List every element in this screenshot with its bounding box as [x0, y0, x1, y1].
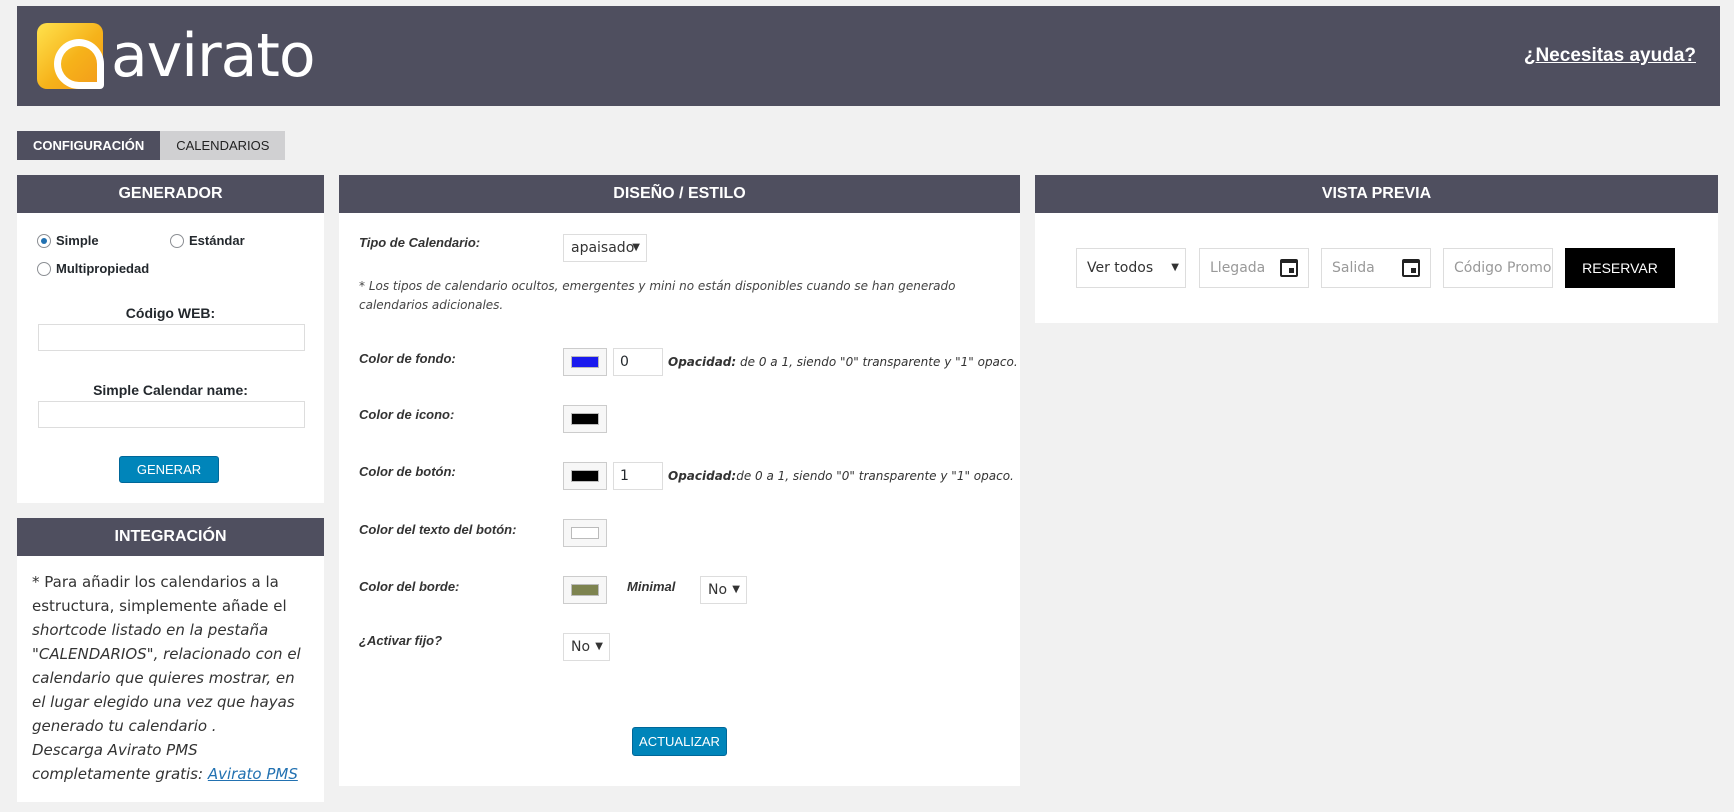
fondo-opacity-hint: Opacidad: de 0 a 1, siendo "0" transpare…	[668, 355, 1018, 369]
select-value: apaisado	[571, 240, 635, 256]
radio-button[interactable]	[37, 233, 51, 248]
tipo-calendario-label: Tipo de Calendario:	[359, 235, 481, 250]
generar-button[interactable]: GENERAR	[119, 456, 219, 483]
calendar-name-input[interactable]	[38, 401, 305, 428]
radio-simple[interactable]: Simple	[37, 233, 99, 248]
generador-panel: GENERADOR Simple Estándar Multipropiedad…	[17, 175, 324, 503]
radio-label: Estándar	[189, 233, 245, 248]
chevron-down-icon: ▼	[632, 242, 640, 253]
input-placeholder: Código Promoc	[1454, 260, 1553, 276]
color-swatch	[571, 356, 599, 368]
color-borde-picker[interactable]	[563, 576, 607, 604]
generador-title: GENERADOR	[17, 175, 324, 213]
hint-text: de 0 a 1, siendo "0" transparente y "1" …	[736, 469, 1014, 483]
llegada-date-input[interactable]: Llegada	[1199, 248, 1309, 288]
color-fondo-label: Color de fondo:	[359, 351, 456, 366]
tab-configuracion[interactable]: CONFIGURACIÓN	[17, 131, 161, 160]
select-value: No	[708, 582, 728, 598]
color-swatch	[571, 413, 599, 425]
radio-label: Simple	[56, 233, 99, 248]
color-icono-label: Color de icono:	[359, 407, 455, 422]
calendar-icon[interactable]	[1280, 259, 1298, 277]
radio-button[interactable]	[37, 261, 51, 276]
chevron-down-icon: ▼	[1171, 262, 1179, 273]
minimal-select[interactable]: No ▼	[700, 576, 747, 604]
actualizar-button[interactable]: ACTUALIZAR	[632, 727, 727, 756]
boton-opacity-input[interactable]: 1	[613, 462, 663, 490]
salida-date-input[interactable]: Salida	[1321, 248, 1431, 288]
radio-button[interactable]	[170, 233, 184, 248]
diseno-panel: DISEÑO / ESTILO Tipo de Calendario: apai…	[339, 175, 1020, 786]
tipo-calendario-note: * Los tipos de calendario ocultos, emerg…	[359, 279, 956, 312]
top-header: avirato ¿Necesitas ayuda?	[17, 6, 1720, 106]
tab-bar: CONFIGURACIÓN CALENDARIOS	[17, 131, 286, 160]
chevron-down-icon: ▼	[732, 584, 740, 595]
avirato-logo-icon	[37, 23, 104, 89]
reservar-button[interactable]: RESERVAR	[1565, 248, 1675, 288]
color-swatch	[571, 527, 599, 539]
vista-previa-panel: VISTA PREVIA Ver todos ▼ Llegada Salida …	[1035, 175, 1718, 323]
color-swatch	[571, 584, 599, 596]
minimal-label: Minimal	[627, 579, 676, 594]
radio-multipropiedad[interactable]: Multipropiedad	[37, 261, 149, 276]
avirato-logo[interactable]: avirato	[37, 21, 316, 91]
color-icono-picker[interactable]	[563, 405, 607, 433]
opacity-word: Opacidad:	[668, 355, 737, 369]
chevron-down-icon: ▼	[595, 641, 603, 652]
calendar-icon[interactable]	[1402, 259, 1420, 277]
tipo-calendario-select[interactable]: apaisado ▼	[563, 234, 647, 262]
codigo-web-label: Código WEB:	[125, 305, 216, 321]
opacity-word: Opacidad:	[668, 469, 737, 483]
hint-text: de 0 a 1, siendo "0" transparente y "1" …	[736, 355, 1018, 369]
integracion-intro: * Para añadir los calendarios a la estru…	[32, 573, 287, 615]
vista-previa-title: VISTA PREVIA	[1035, 175, 1718, 213]
input-placeholder: Llegada	[1210, 260, 1266, 276]
help-link[interactable]: ¿Necesitas ayuda?	[1524, 45, 1696, 67]
color-borde-label: Color del borde:	[359, 579, 460, 594]
boton-opacity-hint: Opacidad:de 0 a 1, siendo "0" transparen…	[668, 469, 1014, 483]
fondo-opacity-input[interactable]: 0	[613, 348, 663, 376]
color-texto-boton-label: Color del texto del botón:	[359, 522, 517, 537]
activar-fijo-select[interactable]: No ▼	[563, 633, 610, 661]
codigo-promo-input[interactable]: Código Promoc	[1443, 248, 1553, 288]
tab-calendarios[interactable]: CALENDARIOS	[160, 131, 286, 160]
calendar-name-label: Simple Calendar name:	[93, 382, 248, 398]
color-texto-boton-picker[interactable]	[563, 519, 607, 547]
color-boton-label: Color de botón:	[359, 464, 456, 479]
download-text: Descarga Avirato PMS completamente grati…	[32, 741, 204, 783]
radio-label: Multipropiedad	[56, 261, 150, 276]
radio-estandar[interactable]: Estándar	[170, 233, 245, 248]
activar-fijo-label: ¿Activar fijo?	[359, 633, 443, 648]
color-fondo-picker[interactable]	[563, 348, 607, 376]
integracion-panel: INTEGRACIÓN * Para añadir los calendario…	[17, 518, 324, 802]
color-boton-picker[interactable]	[563, 462, 607, 490]
ver-todos-select[interactable]: Ver todos ▼	[1076, 248, 1186, 288]
integracion-title: INTEGRACIÓN	[17, 518, 324, 556]
avirato-pms-link[interactable]: Avirato PMS	[208, 765, 298, 783]
integracion-shortcode-text: shortcode listado en la pestaña "CALENDA…	[32, 621, 301, 735]
integracion-text: * Para añadir los calendarios a la estru…	[17, 556, 324, 786]
codigo-web-input[interactable]	[38, 324, 305, 351]
color-swatch	[571, 470, 599, 482]
diseno-title: DISEÑO / ESTILO	[339, 175, 1020, 213]
select-value: No	[571, 639, 591, 655]
select-value: Ver todos	[1087, 260, 1154, 276]
brand-name: avirato	[111, 21, 316, 91]
input-placeholder: Salida	[1332, 260, 1375, 276]
